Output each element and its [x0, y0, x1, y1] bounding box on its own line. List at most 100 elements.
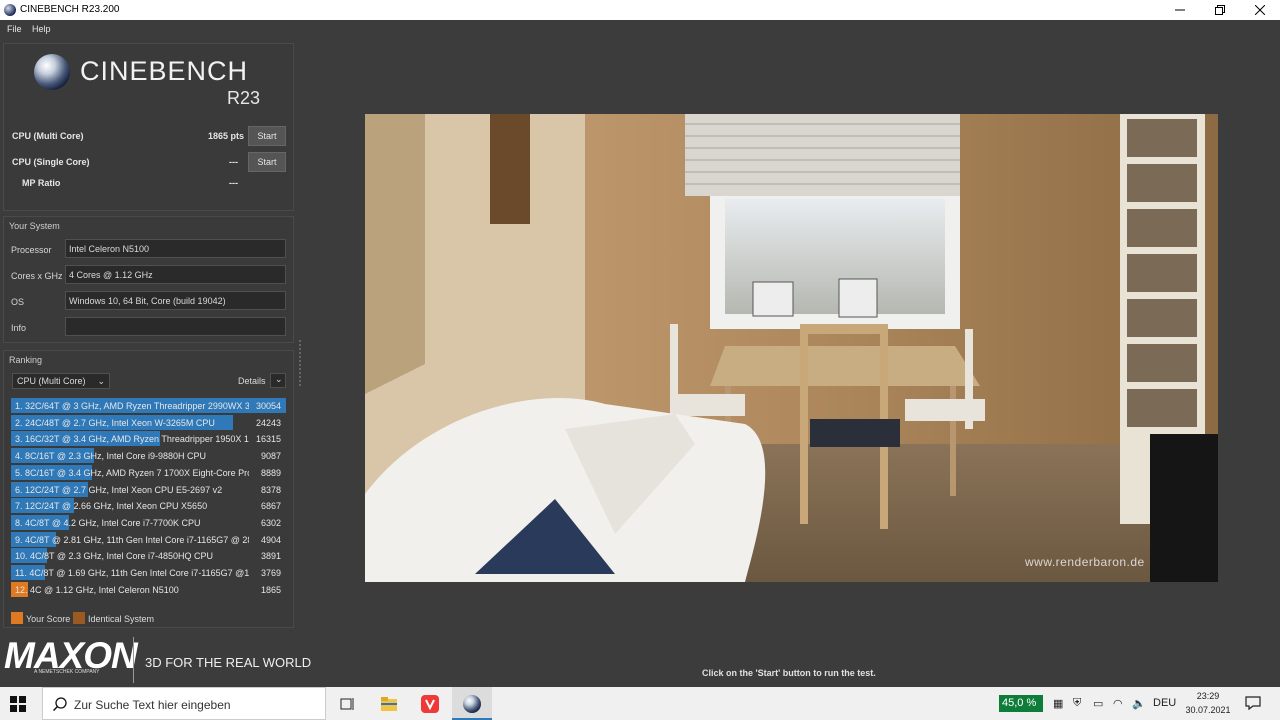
ranking-row-label: 11. 4C/8T @ 1.69 GHz, 11th Gen Intel Cor…	[15, 568, 249, 578]
ranking-row[interactable]: 8. 4C/8T @ 4.2 GHz, Intel Core i7-7700K …	[11, 514, 286, 530]
windows-start-icon[interactable]	[10, 696, 26, 712]
maximize-button[interactable]	[1200, 0, 1240, 20]
wifi-icon[interactable]: ◠	[1113, 697, 1123, 710]
cinebench-logo-icon	[34, 54, 70, 90]
info-field[interactable]	[65, 317, 286, 336]
battery-indicator[interactable]: 45,0 %	[999, 695, 1043, 712]
close-icon	[1255, 5, 1265, 15]
minimize-icon	[1175, 9, 1185, 11]
window-title: CINEBENCH R23.200	[20, 4, 120, 15]
os-label: OS	[11, 297, 25, 307]
system-clock[interactable]: 23:29 30.07.2021	[1185, 689, 1231, 717]
mp-ratio-value: ---	[229, 178, 238, 188]
multi-core-start-button[interactable]: Start	[248, 126, 286, 146]
single-core-start-button[interactable]: Start	[248, 152, 286, 172]
cores-label: Cores x GHz	[11, 271, 63, 281]
menu-bar: File Help	[0, 20, 1280, 38]
panel-resize-handle[interactable]	[299, 340, 301, 386]
close-button[interactable]	[1240, 0, 1280, 20]
details-toggle-button[interactable]: ⌄	[270, 373, 286, 388]
room-scene-illustration: www.renderbaron.de	[365, 114, 1218, 582]
ranking-title: Ranking	[9, 355, 43, 365]
ranking-row-label: 6. 12C/24T @ 2.7 GHz, Intel Xeon CPU E5-…	[15, 484, 223, 495]
file-explorer-icon[interactable]	[380, 695, 398, 713]
cinebench-taskbar-button[interactable]	[452, 687, 492, 720]
ranking-row-score: 3769	[260, 568, 281, 578]
network-icon[interactable]: ▦	[1053, 697, 1063, 710]
ranking-row-score: 9087	[260, 451, 281, 462]
search-placeholder: Zur Suche Text hier eingeben	[74, 698, 231, 712]
system-title: Your System	[9, 221, 60, 231]
ranking-row[interactable]: 9. 4C/8T @ 2.81 GHz, 11th Gen Intel Core…	[11, 531, 286, 547]
ranking-row[interactable]: 5. 8C/16T @ 3.4 GHz, AMD Ryzen 7 1700X E…	[11, 464, 286, 480]
minimize-button[interactable]	[1160, 0, 1200, 20]
taskbar: Zur Suche Text hier eingeben 45,0 % ▦ ⛨ …	[0, 687, 1280, 720]
ranking-row-score: 30054	[255, 401, 281, 411]
ranking-row-label: 3. 16C/32T @ 3.4 GHz, AMD Ryzen Threadri…	[15, 434, 249, 445]
cores-field: 4 Cores @ 1.12 GHz	[65, 265, 286, 284]
chevron-down-icon: ⌄	[97, 376, 105, 386]
ranking-row-label: 9. 4C/8T @ 2.81 GHz, 11th Gen Intel Core…	[15, 534, 249, 545]
identical-system-swatch	[73, 612, 85, 624]
info-label: Info	[11, 323, 27, 333]
ranking-type-select[interactable]: CPU (Multi Core) ⌄	[12, 373, 110, 389]
identical-system-legend: Identical System	[88, 614, 155, 624]
volume-icon[interactable]: 🔈	[1132, 697, 1146, 710]
ranking-row-score: 6867	[260, 501, 281, 512]
details-label: Details	[238, 376, 266, 386]
ranking-row-label: 4. 8C/16T @ 2.3 GHz, Intel Core i9-9880H…	[15, 451, 207, 462]
notifications-icon[interactable]	[1245, 695, 1263, 713]
clock-date: 30.07.2021	[1185, 705, 1231, 715]
ranking-row-score: 3891	[260, 551, 281, 562]
ranking-row[interactable]: 1. 32C/64T @ 3 GHz, AMD Ryzen Threadripp…	[11, 398, 286, 413]
your-score-swatch	[11, 612, 23, 624]
os-field: Windows 10, 64 Bit, Core (build 19042)	[65, 291, 286, 310]
ranking-row[interactable]: 11. 4C/8T @ 1.69 GHz, 11th Gen Intel Cor…	[11, 565, 286, 580]
ranking-row[interactable]: 2. 24C/48T @ 2.7 GHz, Intel Xeon W-3265M…	[11, 414, 286, 430]
logo-name: CINEBENCH	[80, 56, 249, 86]
ranking-row[interactable]: 6. 12C/24T @ 2.7 GHz, Intel Xeon CPU E5-…	[11, 481, 286, 497]
ranking-row-label: 2. 24C/48T @ 2.7 GHz, Intel Xeon W-3265M…	[15, 417, 215, 428]
ranking-row-score: 24243	[255, 417, 281, 428]
ranking-row-label: 8. 4C/8T @ 4.2 GHz, Intel Core i7-7700K …	[15, 517, 201, 528]
cinebench-app-icon	[4, 4, 16, 16]
vivaldi-browser-icon[interactable]	[421, 695, 439, 713]
restore-icon	[1215, 5, 1225, 15]
ranking-row-score: 16315	[255, 434, 281, 445]
clock-time: 23:29	[1196, 691, 1220, 701]
ranking-row[interactable]: 4. 8C/16T @ 2.3 GHz, Intel Core i9-9880H…	[11, 448, 286, 464]
battery-icon[interactable]: ▭	[1093, 697, 1103, 710]
ranking-type-value: CPU (Multi Core)	[17, 376, 86, 386]
menu-file[interactable]: File	[7, 24, 22, 34]
single-core-label: CPU (Single Core)	[12, 157, 90, 167]
ranking-row[interactable]: 10. 4C/8T @ 2.3 GHz, Intel Core i7-4850H…	[11, 548, 286, 564]
your-score-legend: Your Score	[26, 614, 71, 624]
security-shield-icon[interactable]: ⛨	[1073, 697, 1081, 710]
processor-label: Processor	[11, 245, 52, 255]
logo-version: R23	[227, 88, 261, 108]
mp-ratio-label: MP Ratio	[22, 178, 61, 188]
ranking-row[interactable]: 12. 4C @ 1.12 GHz, Intel Celeron N5100 18…	[11, 581, 286, 597]
maxon-subtitle: A NEMETSCHEK COMPANY	[34, 669, 100, 675]
ranking-row-label: 5. 8C/16T @ 3.4 GHz, AMD Ryzen 7 1700X E…	[15, 467, 249, 478]
brand-divider	[133, 637, 134, 683]
single-core-score: ---	[229, 157, 238, 167]
ranking-row-label: 10. 4C/8T @ 2.3 GHz, Intel Core i7-4850H…	[15, 551, 214, 562]
ranking-row-score: 8378	[260, 484, 281, 495]
menu-help[interactable]: Help	[32, 24, 51, 34]
ranking-row[interactable]: 7. 12C/24T @ 2.66 GHz, Intel Xeon CPU X5…	[11, 498, 286, 514]
battery-percent: 45,0 %	[1002, 697, 1037, 709]
multi-core-score: 1865 pts	[207, 131, 244, 141]
language-indicator[interactable]: DEU	[1153, 697, 1176, 709]
render-preview-image: www.renderbaron.de	[365, 114, 1218, 582]
ranking-row-label: 12. 4C @ 1.12 GHz, Intel Celeron N5100	[15, 584, 179, 595]
ranking-row-score: 8889	[260, 467, 281, 478]
ranking-row-score: 1865	[260, 584, 281, 595]
render-watermark: www.renderbaron.de	[1024, 555, 1145, 569]
ranking-row-score: 6302	[260, 517, 281, 528]
ranking-row[interactable]: 3. 16C/32T @ 3.4 GHz, AMD Ryzen Threadri…	[11, 431, 286, 447]
taskbar-search-box[interactable]: Zur Suche Text hier eingeben	[42, 687, 326, 720]
start-hint: Click on the 'Start' button to run the t…	[702, 668, 876, 678]
task-view-icon[interactable]	[338, 695, 356, 713]
multi-core-label: CPU (Multi Core)	[12, 131, 84, 141]
